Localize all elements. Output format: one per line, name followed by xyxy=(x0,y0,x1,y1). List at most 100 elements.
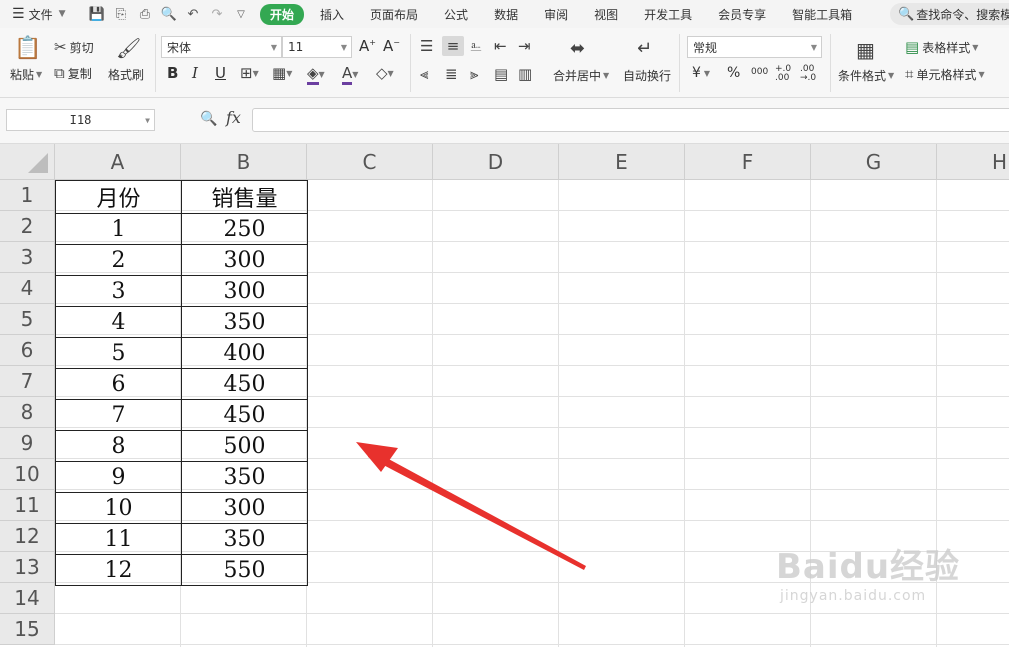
conditional-format-icon-button[interactable]: ▦ xyxy=(856,38,875,62)
data-cell[interactable]: 3 xyxy=(55,275,182,307)
data-cell[interactable]: 8 xyxy=(55,430,182,462)
row-header-14[interactable]: 14 xyxy=(0,583,55,614)
data-cell[interactable]: 300 xyxy=(181,492,308,524)
tab-8[interactable]: 会员专享 xyxy=(718,6,766,23)
percent-button[interactable]: % xyxy=(727,65,740,81)
data-cell[interactable]: 550 xyxy=(181,554,308,586)
row-header-12[interactable]: 12 xyxy=(0,521,55,552)
tab-2[interactable]: 页面布局 xyxy=(370,6,418,23)
tab-7[interactable]: 开发工具 xyxy=(644,6,692,23)
decrease-decimal-button[interactable]: .00 →.0 xyxy=(800,65,822,83)
row-header-13[interactable]: 13 xyxy=(0,552,55,583)
tab-6[interactable]: 视图 xyxy=(594,6,618,23)
column-header-c[interactable]: C xyxy=(307,144,433,180)
row-header-9[interactable]: 9 xyxy=(0,428,55,459)
data-cell[interactable]: 250 xyxy=(181,213,308,245)
increase-font-button[interactable]: A+ xyxy=(359,37,376,55)
format-painter-button[interactable]: 🖌 xyxy=(116,36,141,60)
merge-center-icon-button[interactable]: ⬌ xyxy=(570,38,585,59)
data-cell[interactable]: 4 xyxy=(55,306,182,338)
tab-3[interactable]: 公式 xyxy=(444,6,468,23)
underline-button[interactable]: U xyxy=(215,64,226,82)
format-painter-label-button[interactable]: 格式刷 xyxy=(108,66,144,83)
tab-4[interactable]: 数据 xyxy=(494,6,518,23)
data-cell[interactable]: 350 xyxy=(181,523,308,555)
column-header-d[interactable]: D xyxy=(433,144,559,180)
align-center-button[interactable]: ≣ xyxy=(445,65,458,83)
cut-button[interactable]: ✂ 剪切 xyxy=(54,38,94,56)
export-icon[interactable]: ⎘ xyxy=(112,5,130,23)
increase-indent-button[interactable]: ⇥ xyxy=(518,37,531,55)
font-name-select[interactable]: 宋体 ▼ xyxy=(161,36,282,58)
data-cell[interactable]: 10 xyxy=(55,492,182,524)
paste-button[interactable]: 📋 xyxy=(14,36,41,61)
number-format-select[interactable]: 常规 ▼ xyxy=(687,36,822,58)
data-cell[interactable]: 9 xyxy=(55,461,182,493)
cell-style-button[interactable]: ⌗ 单元格样式 ▼ xyxy=(905,65,985,83)
justify-button[interactable]: ▤ xyxy=(494,65,508,83)
row-header-10[interactable]: 10 xyxy=(0,459,55,490)
align-bottom-button[interactable]: ⎁ xyxy=(470,37,482,55)
column-header-f[interactable]: F xyxy=(685,144,811,180)
data-cell[interactable]: 350 xyxy=(181,306,308,338)
row-header-4[interactable]: 4 xyxy=(0,273,55,304)
decrease-indent-button[interactable]: ⇤ xyxy=(494,37,507,55)
column-header-g[interactable]: G xyxy=(811,144,937,180)
align-left-button[interactable]: ⫷ xyxy=(420,65,428,83)
print-icon[interactable]: ⎙ xyxy=(136,5,154,23)
table-style-button[interactable]: ▤ 表格样式 ▼ xyxy=(905,38,978,56)
save-icon[interactable]: 💾 xyxy=(88,5,106,23)
bold-button[interactable]: B xyxy=(167,64,178,82)
data-cell[interactable]: 2 xyxy=(55,244,182,276)
thousands-button[interactable]: 000 xyxy=(751,67,768,77)
header-cell[interactable]: 月份 xyxy=(55,180,182,214)
data-cell[interactable]: 450 xyxy=(181,368,308,400)
undo-icon[interactable]: ↶ xyxy=(184,5,202,23)
header-cell[interactable]: 销售量 xyxy=(181,180,308,214)
tab-9[interactable]: 智能工具箱 xyxy=(792,6,852,23)
file-menu[interactable]: ☰ 文件 ▼ xyxy=(0,6,80,23)
row-header-11[interactable]: 11 xyxy=(0,490,55,521)
distributed-button[interactable]: ▥ xyxy=(518,65,532,83)
column-header-h[interactable]: H xyxy=(937,144,1009,180)
tab-0[interactable]: 开始 xyxy=(260,3,305,25)
clear-button[interactable]: ◇ ▼ xyxy=(376,64,394,82)
row-header-5[interactable]: 5 xyxy=(0,304,55,335)
data-table[interactable]: 月份 销售量 1 250 2 300 3 300 4 350 5 400 6 450 7 450 8 500 9 35… xyxy=(55,180,308,586)
currency-button[interactable]: ¥ ▼ xyxy=(692,65,710,81)
copy-button[interactable]: ⧉ 复制 xyxy=(54,64,92,82)
align-top-button[interactable]: ☰ xyxy=(420,37,433,55)
row-header-8[interactable]: 8 xyxy=(0,397,55,428)
column-header-b[interactable]: B xyxy=(181,144,307,180)
align-right-button[interactable]: ⫸ xyxy=(470,65,478,83)
tab-5[interactable]: 审阅 xyxy=(544,6,568,23)
row-header-2[interactable]: 2 xyxy=(0,211,55,242)
formula-input[interactable] xyxy=(252,108,1009,132)
data-cell[interactable]: 11 xyxy=(55,523,182,555)
fill-style-button[interactable]: ▦ ▼ xyxy=(272,64,292,82)
zoom-icon[interactable]: 🔍 xyxy=(200,111,217,127)
row-header-6[interactable]: 6 xyxy=(0,335,55,366)
increase-decimal-button[interactable]: +.0 .00 xyxy=(775,65,795,83)
column-header-e[interactable]: E xyxy=(559,144,685,180)
paste-label-button[interactable]: 粘贴 ▼ xyxy=(10,66,42,83)
column-header-a[interactable]: A xyxy=(55,144,181,180)
command-search[interactable]: 🔍 查找命令、搜索模 xyxy=(890,3,1009,25)
name-box[interactable]: I18 ▼ xyxy=(6,109,155,131)
font-size-select[interactable]: 11 ▼ xyxy=(282,36,352,58)
row-header-7[interactable]: 7 xyxy=(0,366,55,397)
data-cell[interactable]: 12 xyxy=(55,554,182,586)
font-color-button[interactable]: A ▼ xyxy=(342,64,358,85)
wrap-text-icon-button[interactable]: ↵ xyxy=(637,38,652,59)
row-header-3[interactable]: 3 xyxy=(0,242,55,273)
customize-icon[interactable]: ▽ xyxy=(232,5,250,23)
data-cell[interactable]: 500 xyxy=(181,430,308,462)
data-cell[interactable]: 300 xyxy=(181,244,308,276)
function-icon[interactable]: fx xyxy=(226,108,241,127)
data-cell[interactable]: 400 xyxy=(181,337,308,369)
wrap-text-button[interactable]: 自动换行 xyxy=(623,67,671,84)
redo-icon[interactable]: ↷ xyxy=(208,5,226,23)
fill-color-button[interactable]: ◈ ▼ xyxy=(307,64,325,85)
data-cell[interactable]: 450 xyxy=(181,399,308,431)
tab-1[interactable]: 插入 xyxy=(320,6,344,23)
